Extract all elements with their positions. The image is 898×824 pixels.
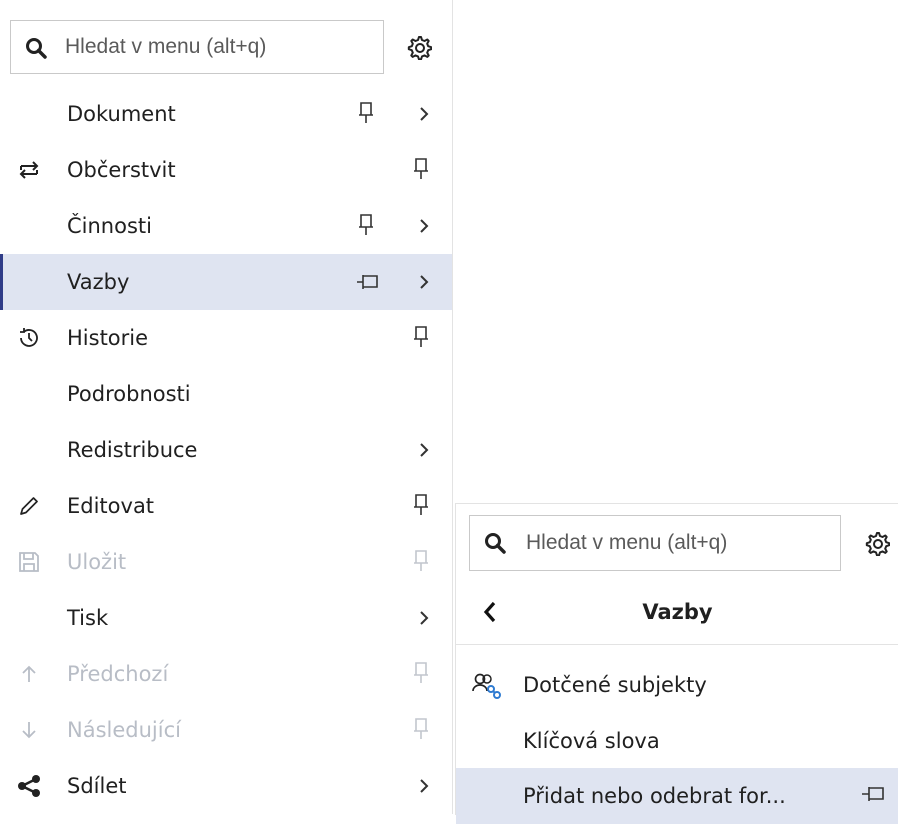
menu-item-label: Následující [67,718,181,742]
pin-icon[interactable] [358,102,374,124]
pinned-icon[interactable] [861,786,885,802]
pin-icon[interactable] [413,494,429,516]
menu-item-redistribuce[interactable]: Redistribuce [0,422,452,478]
save-icon [19,552,39,572]
pin-icon[interactable] [358,214,374,236]
submenu-item-dotcene-subjekty[interactable]: Dotčené subjekty [456,657,898,713]
chevron-right-icon[interactable] [418,610,430,626]
menu-item-label: Dokument [67,102,176,126]
chevron-right-icon[interactable] [418,442,430,458]
menu-item-label: Předchozí [67,662,169,686]
search-field[interactable] [10,20,384,74]
menu-item-label: Uložit [67,550,127,574]
pin-icon [414,550,428,571]
submenu-item-label: Dotčené subjekty [523,673,707,697]
chevron-right-icon[interactable] [418,274,430,290]
submenu-panel: Vazby Dotčené subjekty Klíčová slova Při… [455,503,898,824]
submenu-item-label: Klíčová slova [523,729,660,753]
menu-item-label: Tisk [67,606,109,630]
chevron-right-icon[interactable] [418,778,430,794]
menu-item-label: Editovat [67,494,155,518]
people-link-icon [472,673,501,699]
pin-icon [414,718,428,739]
pin-icon[interactable] [413,326,429,348]
menu-item-vazby[interactable]: Vazby [0,254,452,310]
search-icon [485,533,506,554]
menu-item-label: Redistribuce [67,438,198,462]
gear-icon[interactable] [864,530,890,556]
search-icon [26,38,47,59]
gear-icon[interactable] [406,34,432,60]
search-input[interactable] [526,527,826,559]
main-menu-panel: Dokument Občerstvit Činnosti Vazby Histo… [0,0,453,814]
pin-icon[interactable] [413,158,429,180]
menu-item-nasledujici: Následující [0,702,452,758]
menu-item-cinnosti[interactable]: Činnosti [0,198,452,254]
submenu-header: Vazby [456,582,898,645]
menu-item-tisk[interactable]: Tisk [0,590,452,646]
arrow-down-icon [22,722,36,739]
chevron-right-icon[interactable] [418,106,430,122]
menu-item-dokument[interactable]: Dokument [0,86,452,142]
submenu-item-klicova-slova[interactable]: Klíčová slova [456,713,898,769]
menu-item-obcerstvit[interactable]: Občerstvit [0,142,452,198]
submenu-item-label: Přidat nebo odebrat for... [523,784,786,808]
menu-item-label: Podrobnosti [67,382,191,406]
menu-item-label: Vazby [67,270,130,294]
menu-item-label: Občerstvit [67,158,176,182]
menu-item-label: Historie [67,326,149,350]
menu-item-sdilet[interactable]: Sdílet [0,758,452,814]
menu-item-label: Činnosti [67,214,152,238]
menu-item-podrobnosti[interactable]: Podrobnosti [0,366,452,422]
submenu-item-pridat-nebo-odebrat[interactable]: Přidat nebo odebrat for... [456,768,898,824]
search-input[interactable] [65,31,375,63]
menu-item-predchozi: Předchozí [0,646,452,702]
submenu-title: Vazby [642,600,713,624]
menu-item-historie[interactable]: Historie [0,310,452,366]
chevron-right-icon[interactable] [418,218,430,234]
arrow-up-icon [22,665,36,682]
history-icon [20,328,38,347]
search-row [10,8,440,74]
search-field[interactable] [469,515,841,571]
menu-item-label: Sdílet [67,774,127,798]
pin-icon [414,662,428,683]
menu-item-ulozit: Uložit [0,534,452,590]
refresh-icon [19,161,39,179]
pinned-icon[interactable] [356,274,378,290]
edit-icon [20,497,38,515]
share-icon [18,775,40,797]
menu-item-editovat[interactable]: Editovat [0,478,452,534]
